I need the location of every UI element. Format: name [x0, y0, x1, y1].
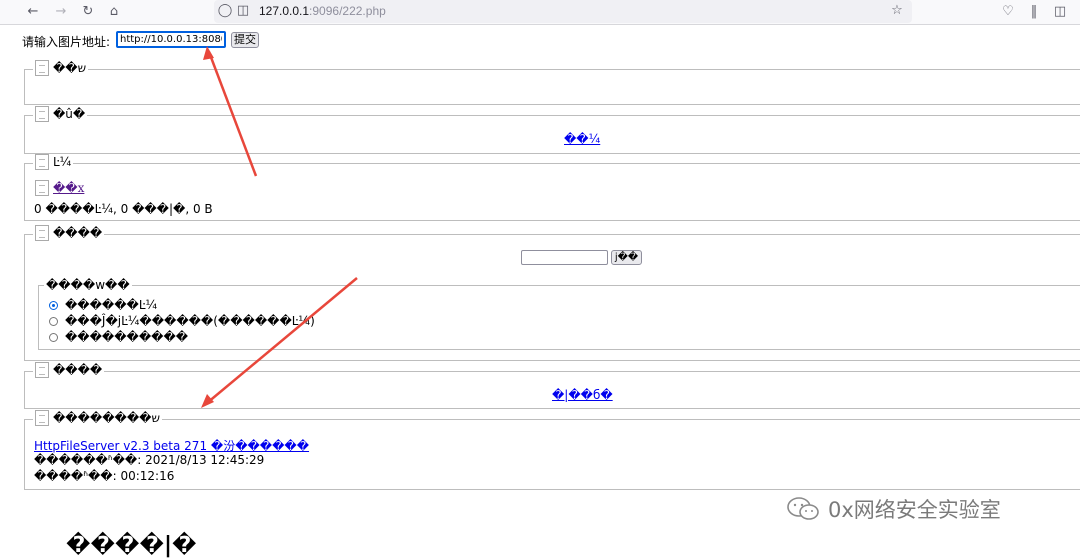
arrow-2-line: [206, 277, 358, 404]
arrow-2-head: [201, 394, 214, 408]
arrow-1-head: [203, 46, 214, 60]
arrow-1-line: [207, 51, 258, 177]
annotation-arrows: [201, 46, 358, 408]
